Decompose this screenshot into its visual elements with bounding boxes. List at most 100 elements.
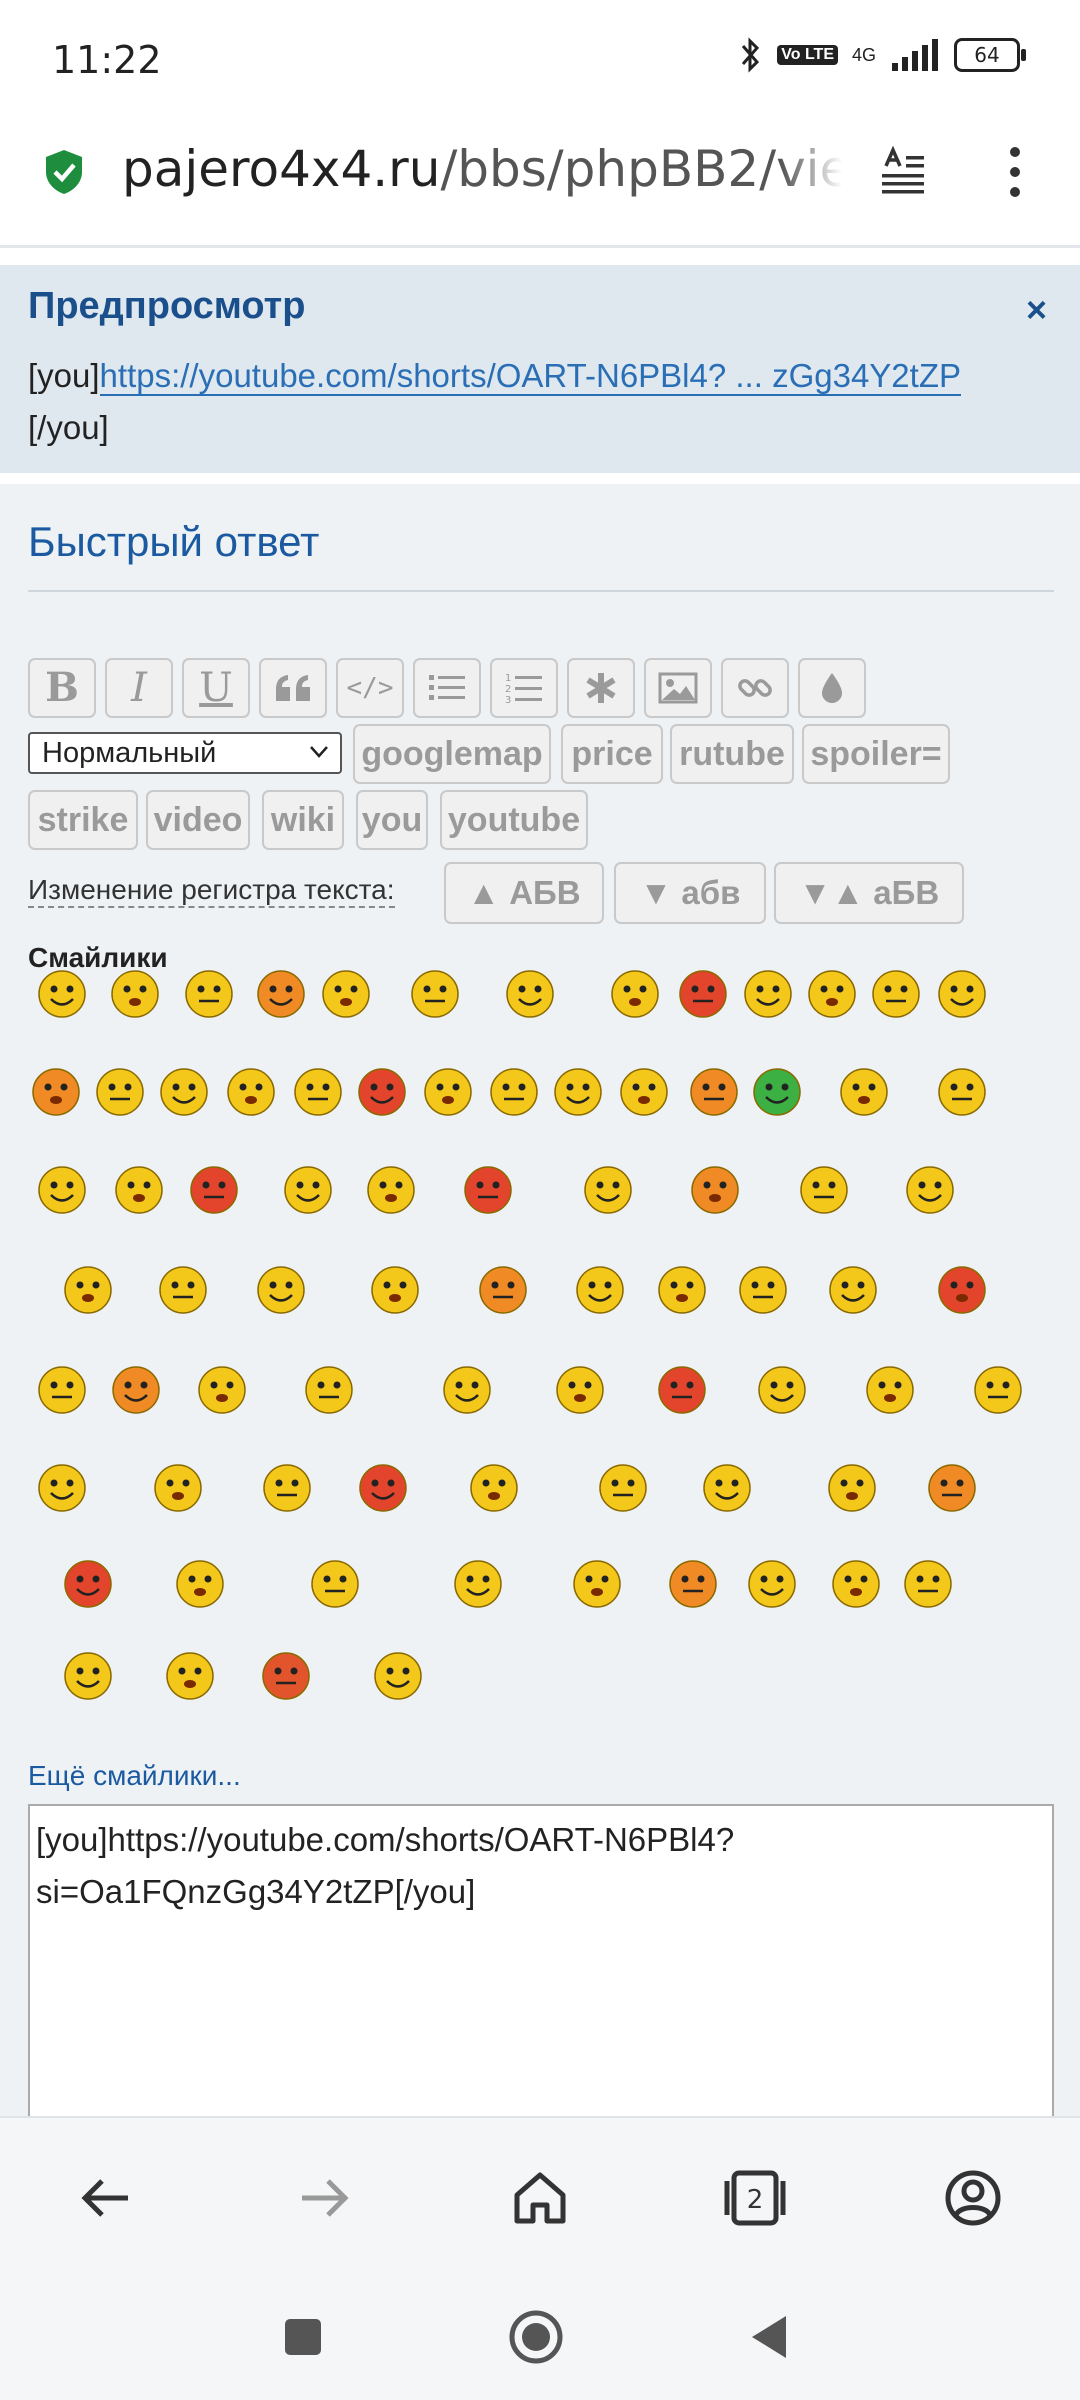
- smiley-icon[interactable]: [488, 1066, 540, 1118]
- smiley-icon[interactable]: [554, 1364, 606, 1416]
- smiley-icon[interactable]: [742, 968, 794, 1020]
- tag-button-googlemap[interactable]: googlemap: [353, 724, 551, 784]
- smiley-icon[interactable]: [609, 968, 661, 1020]
- forward-icon[interactable]: [288, 2163, 358, 2233]
- smiley-icon[interactable]: [701, 1462, 753, 1514]
- smiley-icon[interactable]: [372, 1650, 424, 1702]
- system-home-icon[interactable]: [505, 2306, 567, 2368]
- smiley-icon[interactable]: [158, 1066, 210, 1118]
- invert-case-button[interactable]: ▼▲ аБВ: [774, 862, 964, 924]
- smiley-icon[interactable]: [36, 1462, 88, 1514]
- smiley-icon[interactable]: [972, 1364, 1024, 1416]
- link-button[interactable]: [721, 658, 789, 718]
- smiley-icon[interactable]: [174, 1558, 226, 1610]
- smiley-icon[interactable]: [838, 1066, 890, 1118]
- smiley-icon[interactable]: [462, 1164, 514, 1216]
- tag-button-spoiler[interactable]: spoiler=: [802, 724, 950, 784]
- smiley-icon[interactable]: [110, 1364, 162, 1416]
- tag-button-you[interactable]: you: [356, 790, 428, 850]
- reader-mode-icon[interactable]: [880, 146, 926, 196]
- smiley-icon[interactable]: [468, 1462, 520, 1514]
- tabs-icon[interactable]: 2: [720, 2163, 790, 2233]
- smiley-icon[interactable]: [618, 1066, 670, 1118]
- smiley-icon[interactable]: [356, 1066, 408, 1118]
- smiley-icon[interactable]: [282, 1164, 334, 1216]
- smiley-icon[interactable]: [225, 1066, 277, 1118]
- tag-button-strike[interactable]: strike: [28, 790, 138, 850]
- close-preview-button[interactable]: ×: [1026, 289, 1047, 331]
- smiley-icon[interactable]: [452, 1558, 504, 1610]
- smiley-icon[interactable]: [357, 1462, 409, 1514]
- home-icon[interactable]: [505, 2163, 575, 2233]
- smiley-icon[interactable]: [94, 1066, 146, 1118]
- smiley-icon[interactable]: [504, 968, 556, 1020]
- smiley-icon[interactable]: [36, 1164, 88, 1216]
- italic-button[interactable]: I: [105, 658, 173, 718]
- tag-button-video[interactable]: video: [146, 790, 250, 850]
- smiley-icon[interactable]: [152, 1462, 204, 1514]
- tag-button-wiki[interactable]: wiki: [262, 790, 344, 850]
- tag-button-rutube[interactable]: rutube: [670, 724, 794, 784]
- smiley-icon[interactable]: [936, 1264, 988, 1316]
- smiley-icon[interactable]: [183, 968, 235, 1020]
- preview-link[interactable]: https://youtube.com/shorts/OART-N6PBl4? …: [99, 357, 961, 396]
- smiley-icon[interactable]: [798, 1164, 850, 1216]
- smiley-icon[interactable]: [477, 1264, 529, 1316]
- smiley-icon[interactable]: [688, 1066, 740, 1118]
- smiley-icon[interactable]: [164, 1650, 216, 1702]
- smiley-icon[interactable]: [292, 1066, 344, 1118]
- smiley-icon[interactable]: [689, 1164, 741, 1216]
- quote-button[interactable]: [259, 658, 327, 718]
- smiley-icon[interactable]: [30, 1066, 82, 1118]
- smiley-icon[interactable]: [904, 1164, 956, 1216]
- smiley-icon[interactable]: [756, 1364, 808, 1416]
- asterisk-button[interactable]: [567, 658, 635, 718]
- smiley-icon[interactable]: [582, 1164, 634, 1216]
- smiley-icon[interactable]: [196, 1364, 248, 1416]
- uppercase-button[interactable]: ▲ АБВ: [444, 862, 604, 924]
- smiley-icon[interactable]: [369, 1264, 421, 1316]
- smiley-icon[interactable]: [255, 1264, 307, 1316]
- font-size-select[interactable]: Нормальный: [28, 732, 342, 774]
- lowercase-button[interactable]: ▼ абв: [614, 862, 766, 924]
- recents-icon[interactable]: [272, 2306, 334, 2368]
- smiley-icon[interactable]: [667, 1558, 719, 1610]
- tag-button-youtube[interactable]: youtube: [440, 790, 588, 850]
- smiley-icon[interactable]: [864, 1364, 916, 1416]
- smiley-icon[interactable]: [830, 1558, 882, 1610]
- smiley-icon[interactable]: [574, 1264, 626, 1316]
- back-icon[interactable]: [72, 2163, 142, 2233]
- message-textarea[interactable]: [you]https://youtube.com/shorts/OART-N6P…: [28, 1804, 1054, 2134]
- bulleted-list-button[interactable]: [413, 658, 481, 718]
- smiley-icon[interactable]: [827, 1264, 879, 1316]
- smiley-icon[interactable]: [677, 968, 729, 1020]
- smiley-icon[interactable]: [157, 1264, 209, 1316]
- smiley-icon[interactable]: [936, 968, 988, 1020]
- system-back-icon[interactable]: [740, 2306, 802, 2368]
- smiley-icon[interactable]: [188, 1164, 240, 1216]
- more-smilies-link[interactable]: Ещё смайлики...: [28, 1760, 241, 1792]
- underline-button[interactable]: U: [182, 658, 250, 718]
- smiley-icon[interactable]: [751, 1066, 803, 1118]
- smiley-icon[interactable]: [113, 1164, 165, 1216]
- numbered-list-button[interactable]: 1 2 3: [490, 658, 558, 718]
- smiley-icon[interactable]: [320, 968, 372, 1020]
- smiley-icon[interactable]: [656, 1364, 708, 1416]
- smiley-icon[interactable]: [571, 1558, 623, 1610]
- smiley-icon[interactable]: [36, 968, 88, 1020]
- smiley-icon[interactable]: [656, 1264, 708, 1316]
- smiley-icon[interactable]: [826, 1462, 878, 1514]
- color-button[interactable]: [798, 658, 866, 718]
- smiley-icon[interactable]: [109, 968, 161, 1020]
- smiley-icon[interactable]: [926, 1462, 978, 1514]
- smiley-icon[interactable]: [409, 968, 461, 1020]
- smiley-icon[interactable]: [260, 1650, 312, 1702]
- smiley-icon[interactable]: [746, 1558, 798, 1610]
- smiley-icon[interactable]: [255, 968, 307, 1020]
- more-menu-icon[interactable]: [1000, 144, 1030, 200]
- smiley-icon[interactable]: [62, 1264, 114, 1316]
- smiley-icon[interactable]: [309, 1558, 361, 1610]
- smiley-icon[interactable]: [303, 1364, 355, 1416]
- image-button[interactable]: [644, 658, 712, 718]
- secure-shield-icon[interactable]: [44, 148, 84, 196]
